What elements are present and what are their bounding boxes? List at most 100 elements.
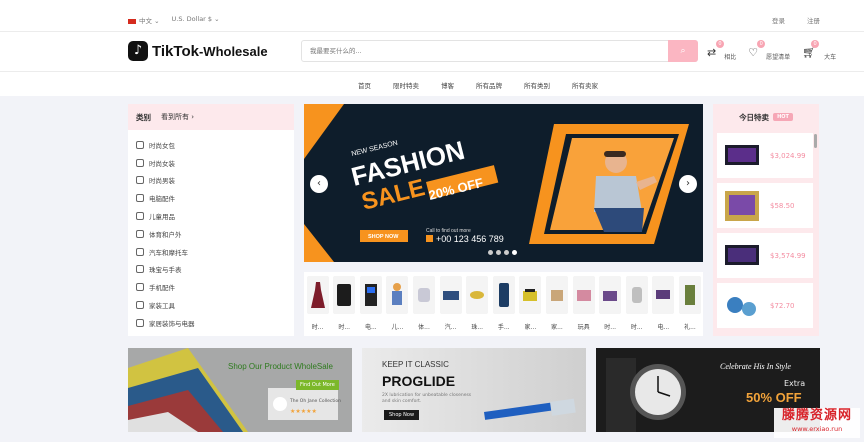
compare-icon: ⇄ (707, 46, 717, 59)
thumb-item[interactable]: 汽... (438, 272, 464, 336)
deal-item[interactable]: $3,024.99 (717, 133, 813, 178)
banner-phone: +00 123 456 789 (436, 234, 504, 244)
search-button[interactable]: ⌕ (668, 40, 698, 62)
category-item[interactable]: 电脑配件 (136, 189, 294, 207)
nav-item-categories[interactable]: 所有类别 (524, 80, 550, 90)
promo-banner-proglide[interactable]: KEEP IT CLASSIC PROGLIDE 2X lubrication … (362, 348, 586, 432)
pagination-dot[interactable] (496, 250, 501, 255)
category-label: 儿童用品 (149, 213, 175, 222)
thumb-label: 家... (524, 324, 537, 331)
toy-box-image (572, 276, 595, 314)
toy-image (386, 276, 409, 314)
site-logo[interactable]: ♪ TikTok -Wholesale (128, 41, 268, 61)
category-label: 汽车和摩托车 (149, 248, 188, 257)
deals-scrollbar[interactable] (814, 134, 817, 148)
pc-case-image (359, 276, 382, 314)
thumb-item[interactable]: 时... (597, 272, 623, 336)
compare-label: 相比 (724, 54, 737, 61)
cart-count: 0 (811, 40, 820, 48)
promo-proglide-kicker: KEEP IT CLASSIC (382, 360, 449, 369)
razor-artwork (484, 398, 576, 420)
thumb-label: 家... (551, 324, 563, 331)
language-select[interactable]: 中文 ⌄ (128, 15, 160, 25)
pagination-dot[interactable] (488, 250, 493, 255)
category-item[interactable]: 珠宝与手表 (136, 261, 294, 279)
hot-badge: HOT (773, 113, 793, 121)
banner-pagination (488, 250, 517, 255)
thumb-item[interactable]: 手... (491, 272, 517, 336)
compare-button[interactable]: ⇄ 0 相比 (707, 40, 737, 61)
car-icon (136, 247, 144, 256)
promo-watch-title: Celebrate His In Style (720, 362, 791, 371)
jewelry-icon (136, 265, 144, 274)
purse-image (599, 276, 622, 314)
promo-proglide-title: PROGLIDE (382, 373, 456, 389)
see-all-link[interactable]: 看到所有 › (161, 112, 194, 122)
thumb-item[interactable]: 珠... (464, 272, 490, 336)
register-link[interactable]: 注册 (807, 15, 820, 25)
watch-image (625, 276, 648, 314)
thumb-label: 时... (630, 324, 643, 331)
thumb-label: 汽... (444, 324, 457, 331)
category-item[interactable]: 时尚女装 (136, 154, 294, 172)
pagination-dot[interactable] (504, 250, 509, 255)
thumb-item[interactable]: 电... (650, 272, 676, 336)
deal-price: $3,024.99 (770, 151, 806, 160)
banner-next-button[interactable]: › (679, 175, 697, 193)
thumb-item[interactable]: 玩具 (571, 272, 597, 336)
nav-item-brands[interactable]: 所有品牌 (476, 80, 502, 90)
thumb-item[interactable]: 家... (544, 272, 570, 336)
thumb-item[interactable]: 儿... (384, 272, 410, 336)
nav-item-blog[interactable]: 博客 (441, 80, 454, 90)
category-item[interactable]: 汽车和摩托车 (136, 243, 294, 261)
deal-item[interactable]: $72.70 (717, 283, 813, 328)
pagination-dot-active[interactable] (512, 250, 517, 255)
gift-image (678, 276, 701, 314)
thumb-label: 时... (311, 324, 324, 331)
category-item[interactable]: 体育和户外 (136, 225, 294, 243)
shirt-icon (136, 176, 144, 185)
category-item[interactable]: 儿童用品 (136, 207, 294, 225)
deal-price: $58.50 (770, 201, 795, 210)
category-item[interactable]: 家居装饰与电器 (136, 314, 294, 332)
watermark-line-1: 滕腾资源网 (781, 408, 852, 423)
promo-banner-wholesale[interactable]: Shop Our Product WholeSale Find Out More… (128, 348, 352, 432)
thumb-item[interactable]: 家... (517, 272, 543, 336)
promo-wholesale-caption: The Oh Jane Collection (290, 399, 342, 404)
category-item[interactable]: 手机配件 (136, 278, 294, 296)
deal-item[interactable]: $58.50 (717, 183, 813, 228)
thumb-item[interactable]: 时... (305, 272, 331, 336)
nav-item-home[interactable]: 首页 (358, 80, 371, 90)
nav-item-flash-sale[interactable]: 限时特卖 (393, 80, 419, 90)
category-sidebar: 类别 看到所有 › 时尚女包 时尚女装 时尚男装 电脑配件 儿童用品 体育和户外… (128, 104, 294, 336)
nav-item-sellers[interactable]: 所有卖家 (572, 80, 598, 90)
category-item[interactable]: 时尚男装 (136, 172, 294, 190)
category-item[interactable]: 时尚女包 (136, 136, 294, 154)
thumb-item[interactable]: 电... (358, 272, 384, 336)
cart-button[interactable]: 🛒︎ 0 大车 (802, 40, 836, 61)
category-label: 时尚女装 (149, 159, 175, 168)
login-link[interactable]: 登录 (772, 15, 785, 25)
thumb-item[interactable]: 礼... (677, 272, 703, 336)
category-item[interactable]: 家装工具 (136, 296, 294, 314)
category-label: 珠宝与手表 (149, 266, 182, 275)
search-input[interactable] (302, 41, 662, 61)
currency-select[interactable]: U.S. Dollar $ ⌄ (172, 15, 220, 25)
find-out-more-button[interactable]: Find Out More (296, 380, 339, 390)
hero-banner[interactable]: NEW SEASON FASHION SALE 20% OFF SHOP NOW… (304, 104, 703, 262)
deal-item[interactable]: $3,574.99 (717, 233, 813, 278)
thumb-item[interactable]: 时... (624, 272, 650, 336)
banner-artwork: NEW SEASON FASHION SALE 20% OFF SHOP NOW… (304, 104, 689, 262)
wishlist-button[interactable]: ♡ 0 愿望清单 (748, 40, 790, 61)
promo-watch-offer: 50% OFF (746, 390, 802, 405)
shop-now-button[interactable]: Shop Now (384, 410, 420, 420)
thumb-label: 手... (497, 324, 510, 331)
accessory-image (727, 296, 756, 316)
thumb-label: 儿... (391, 324, 404, 331)
category-title: 类别 (136, 112, 151, 122)
thumb-item[interactable]: 时... (331, 272, 357, 336)
thumb-item[interactable]: 体... (411, 272, 437, 336)
banner-prev-button[interactable]: ‹ (310, 175, 328, 193)
dress-icon (136, 158, 144, 167)
category-label: 时尚男装 (149, 177, 175, 186)
